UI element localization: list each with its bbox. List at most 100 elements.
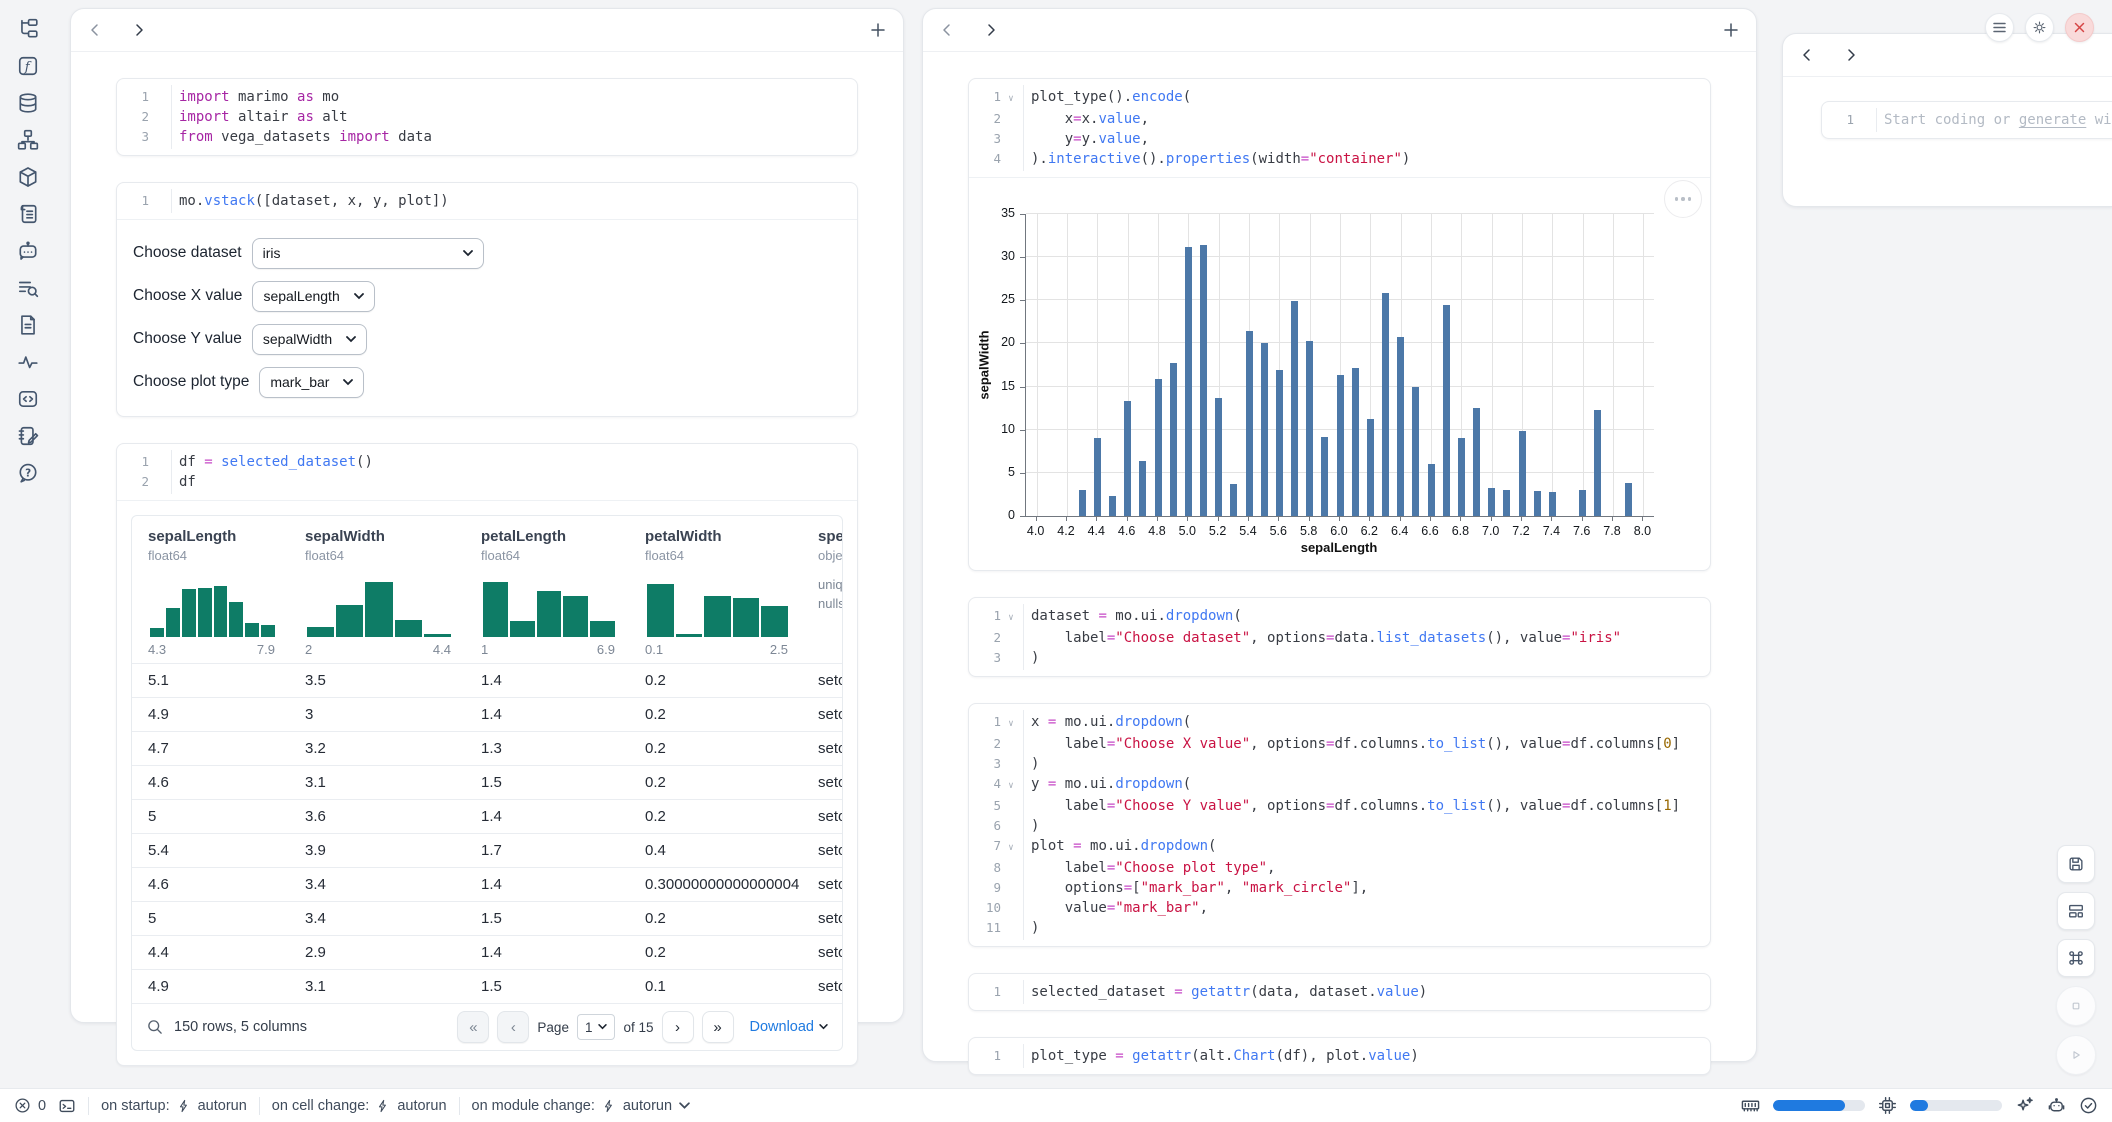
cpu-icon bbox=[1878, 1096, 1897, 1115]
logs-search-icon[interactable] bbox=[17, 277, 39, 299]
notebook-edit-icon[interactable] bbox=[17, 425, 39, 447]
code-editor[interactable]: 1∨dataset = mo.ui.dropdown(2 label="Choo… bbox=[969, 598, 1710, 676]
status-bar-right bbox=[1741, 1096, 2098, 1115]
widgets-dropdown-cell: 1∨x = mo.ui.dropdown(2 label="Choose X v… bbox=[968, 703, 1711, 947]
chat-assistant-icon[interactable] bbox=[17, 240, 39, 262]
tracing-icon[interactable] bbox=[17, 351, 39, 373]
snippets-icon[interactable] bbox=[17, 388, 39, 410]
chart-menu-button[interactable] bbox=[1664, 180, 1702, 218]
on-module-change-toggle[interactable]: on module change: autorun bbox=[472, 1098, 691, 1114]
chart-plot-area[interactable] bbox=[1025, 214, 1654, 517]
column-histogram bbox=[647, 579, 788, 637]
status-bar: 0 on startup: autorun on cell change: au… bbox=[0, 1088, 2112, 1122]
y-value-select[interactable]: sepalWidth bbox=[252, 324, 367, 355]
documentation-icon[interactable] bbox=[17, 314, 39, 336]
next-page-button[interactable]: › bbox=[662, 1011, 694, 1043]
chevron-down-icon bbox=[679, 1102, 690, 1110]
add-cell-button[interactable] bbox=[1723, 22, 1739, 38]
table-summary: 150 rows, 5 columns bbox=[174, 1019, 307, 1035]
table-row[interactable]: 4.93.11.50.1setosa bbox=[132, 969, 842, 1003]
column-prev-button[interactable] bbox=[88, 23, 102, 37]
memory-usage-meter bbox=[1773, 1100, 1865, 1111]
notebook-column-1: 1import marimo as mo2import altair as al… bbox=[70, 8, 904, 1023]
table-row[interactable]: 5.43.91.70.4setosa bbox=[132, 833, 842, 867]
code-editor[interactable]: 1mo.vstack([dataset, x, y, plot]) bbox=[117, 183, 857, 219]
y-value-label: Choose Y value bbox=[133, 330, 242, 348]
packages-icon[interactable] bbox=[17, 166, 39, 188]
table-row[interactable]: 4.73.21.30.2setosa bbox=[132, 731, 842, 765]
column-next-button[interactable] bbox=[1844, 48, 1858, 62]
menu-button[interactable] bbox=[1985, 13, 2014, 42]
prev-page-button[interactable]: ‹ bbox=[497, 1011, 529, 1043]
ai-sparkles-button[interactable] bbox=[2015, 1096, 2034, 1115]
column-histogram bbox=[150, 579, 275, 637]
column-prev-button[interactable] bbox=[940, 23, 954, 37]
terminal-icon bbox=[58, 1097, 76, 1115]
error-indicator[interactable]: 0 bbox=[14, 1097, 46, 1114]
chart-output: sepalWidth sepalLength 4.04.24.44.64.85.… bbox=[969, 177, 1710, 570]
code-editor[interactable]: 1selected_dataset = getattr(data, datase… bbox=[969, 974, 1710, 1010]
file-tree-icon[interactable] bbox=[17, 18, 39, 40]
table-body[interactable]: 5.13.51.40.2setosa4.931.40.2setosa4.73.2… bbox=[132, 663, 842, 1003]
close-button[interactable] bbox=[2065, 13, 2094, 42]
code-editor[interactable]: 1plot_type = getattr(alt.Chart(df), plot… bbox=[969, 1038, 1710, 1074]
table-row[interactable]: 4.63.11.50.2setosa bbox=[132, 765, 842, 799]
column-next-button[interactable] bbox=[132, 23, 146, 37]
functions-icon[interactable]: f bbox=[17, 55, 39, 77]
table-row[interactable]: 53.61.40.2setosa bbox=[132, 799, 842, 833]
column-prev-button[interactable] bbox=[1800, 48, 1814, 62]
on-startup-toggle[interactable]: on startup: autorun bbox=[101, 1098, 247, 1114]
empty-code-editor[interactable]: 1 Start coding or generate with bbox=[1822, 102, 2112, 138]
table-row[interactable]: 4.63.41.40.30000000000000004setosa bbox=[132, 867, 842, 901]
code-editor[interactable]: 1import marimo as mo2import altair as al… bbox=[117, 79, 857, 155]
on-cell-change-toggle[interactable]: on cell change: autorun bbox=[272, 1098, 447, 1114]
scratchpad-script-icon[interactable] bbox=[17, 203, 39, 225]
bolt-icon bbox=[602, 1099, 616, 1113]
save-button[interactable] bbox=[2057, 845, 2095, 883]
notebook-column-2: 1∨plot_type().encode(2 x=x.value,3 y=y.v… bbox=[922, 8, 1757, 1062]
help-icon[interactable]: ? bbox=[17, 462, 39, 484]
plot-type-control-row: Choose plot type mark_bar bbox=[133, 367, 841, 397]
plot-type-select[interactable]: mark_bar bbox=[259, 367, 364, 398]
y-value-control-row: Choose Y value sepalWidth bbox=[133, 324, 841, 354]
notebook-column-3: 1 Start coding or generate with bbox=[1782, 33, 2112, 207]
column-2-nav bbox=[923, 9, 1756, 52]
datasources-icon[interactable] bbox=[17, 92, 39, 114]
dataframe-output: sepalLengthfloat644.37.9sepalWidthfloat6… bbox=[117, 500, 857, 1051]
code-editor[interactable]: 1∨plot_type().encode(2 x=x.value,3 y=y.v… bbox=[969, 79, 1710, 177]
table-row[interactable]: 4.42.91.40.2setosa bbox=[132, 935, 842, 969]
first-page-button[interactable]: « bbox=[457, 1011, 489, 1043]
column-next-button[interactable] bbox=[984, 23, 998, 37]
code-editor[interactable]: 1df = selected_dataset()2df bbox=[117, 444, 857, 500]
last-page-button[interactable]: » bbox=[702, 1011, 734, 1043]
layout-button[interactable] bbox=[2057, 892, 2095, 930]
terminal-button[interactable] bbox=[58, 1097, 76, 1115]
generate-link[interactable]: generate bbox=[2019, 112, 2086, 128]
chart-x-axis-title: sepalLength bbox=[1301, 540, 1378, 555]
page-select[interactable]: 1 bbox=[577, 1014, 616, 1040]
keyboard-shortcuts-button[interactable] bbox=[2057, 939, 2095, 977]
table-row[interactable]: 5.13.51.40.2setosa bbox=[132, 663, 842, 697]
dependency-graph-icon[interactable] bbox=[17, 129, 39, 151]
search-icon[interactable] bbox=[146, 1018, 164, 1036]
table-row[interactable]: 4.931.40.2setosa bbox=[132, 697, 842, 731]
table-footer: 150 rows, 5 columns « ‹ Page 1 of 15 › »… bbox=[132, 1003, 842, 1050]
x-value-control-row: Choose X value sepalLength bbox=[133, 281, 841, 311]
column-histogram bbox=[483, 579, 615, 637]
stop-button[interactable] bbox=[2056, 986, 2096, 1026]
run-button[interactable] bbox=[2056, 1035, 2096, 1075]
x-value-select[interactable]: sepalLength bbox=[252, 281, 374, 312]
selected-dataset-cell: 1selected_dataset = getattr(data, datase… bbox=[968, 973, 1711, 1011]
add-cell-button[interactable] bbox=[870, 22, 886, 38]
table-row[interactable]: 53.41.50.2setosa bbox=[132, 901, 842, 935]
vstack-cell: 1mo.vstack([dataset, x, y, plot]) Choose… bbox=[116, 182, 858, 417]
altair-chart[interactable]: sepalWidth sepalLength 4.04.24.44.64.85.… bbox=[969, 178, 1710, 570]
download-button[interactable]: Download bbox=[750, 1019, 829, 1035]
dataset-dropdown-cell: 1∨dataset = mo.ui.dropdown(2 label="Choo… bbox=[968, 597, 1711, 677]
connection-status-button[interactable] bbox=[2079, 1096, 2098, 1115]
assistant-robot-button[interactable] bbox=[2047, 1096, 2066, 1115]
code-editor[interactable]: 1∨x = mo.ui.dropdown(2 label="Choose X v… bbox=[969, 704, 1710, 946]
settings-gear-button[interactable] bbox=[2025, 13, 2054, 42]
column-histogram bbox=[307, 579, 451, 637]
dataset-select[interactable]: iris bbox=[252, 238, 484, 269]
